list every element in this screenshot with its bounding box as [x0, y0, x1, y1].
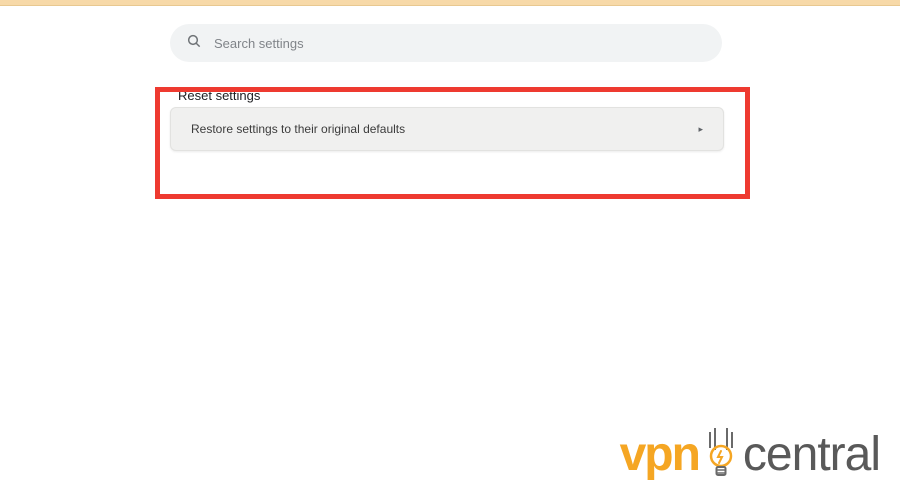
browser-top-bar — [0, 0, 900, 6]
watermark-text-vpn: vpn — [620, 427, 699, 482]
restore-defaults-label: Restore settings to their original defau… — [191, 122, 698, 136]
lightbulb-icon — [704, 426, 738, 482]
restore-defaults-button[interactable]: Restore settings to their original defau… — [170, 107, 724, 151]
search-box[interactable] — [170, 24, 722, 62]
watermark-logo: vpn central — [620, 426, 880, 482]
chevron-right-icon: ▸ — [698, 124, 703, 135]
section-heading-reset: Reset settings — [178, 88, 900, 103]
search-input[interactable] — [214, 36, 706, 51]
watermark-text-central: central — [743, 427, 880, 482]
search-container — [170, 24, 722, 62]
search-icon — [186, 33, 202, 54]
